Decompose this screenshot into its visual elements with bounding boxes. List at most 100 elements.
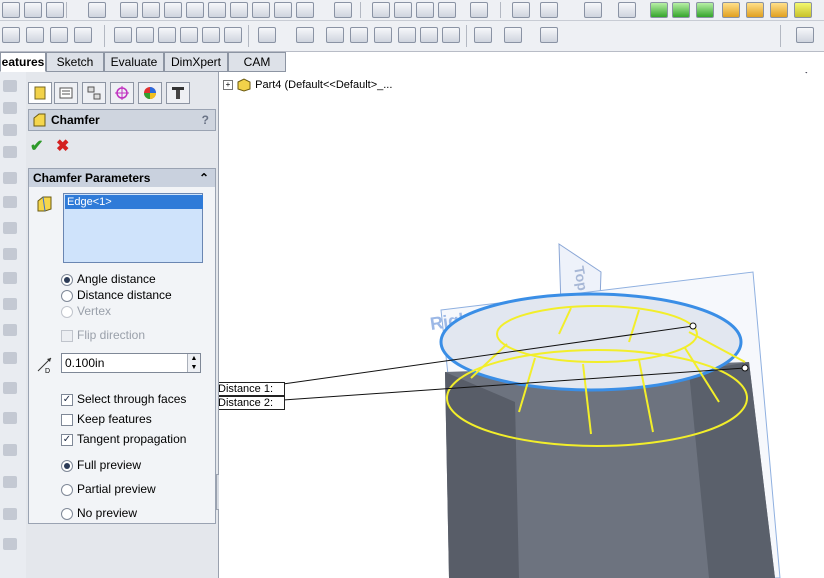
- variable-icon[interactable]: [296, 2, 314, 18]
- print-icon[interactable]: [46, 2, 64, 18]
- graphics-area[interactable]: + Part4 (Default<<Default>_... Top Plane…: [219, 72, 824, 578]
- scene-icon[interactable]: [770, 2, 788, 18]
- distance-1-callout[interactable]: Distance 1:: [219, 382, 285, 396]
- feature-icon[interactable]: [3, 382, 17, 394]
- decal-icon[interactable]: [794, 2, 812, 18]
- dome-icon[interactable]: [350, 27, 368, 43]
- group-header[interactable]: Chamfer Parameters ⌃: [29, 169, 215, 187]
- checkbox[interactable]: ✓: [61, 434, 73, 446]
- instant3d-icon[interactable]: [540, 27, 558, 43]
- verify-icon[interactable]: [416, 2, 434, 18]
- curves-icon[interactable]: [504, 27, 522, 43]
- split-icon[interactable]: [442, 27, 460, 43]
- fillet-icon[interactable]: [202, 27, 220, 43]
- cancel-button[interactable]: ✖: [56, 136, 69, 156]
- color-icon[interactable]: [722, 2, 740, 18]
- feature-icon[interactable]: [3, 508, 17, 520]
- reference-geometry-icon[interactable]: [474, 27, 492, 43]
- tab-sketch[interactable]: Sketch: [46, 52, 104, 72]
- checkbox[interactable]: ✓: [61, 394, 73, 406]
- help-icon[interactable]: ?: [202, 110, 209, 130]
- line-icon[interactable]: [50, 27, 68, 43]
- smart-dimension-icon[interactable]: [26, 27, 44, 43]
- wrap-icon[interactable]: [374, 27, 392, 43]
- feature-icon[interactable]: [3, 412, 17, 424]
- feature-icon[interactable]: [3, 196, 17, 208]
- ok-button[interactable]: ✔: [30, 136, 43, 156]
- revolve-icon[interactable]: [136, 27, 154, 43]
- sketch-tool-icon[interactable]: [2, 27, 20, 43]
- sum-icon[interactable]: [252, 2, 270, 18]
- radio-button[interactable]: [61, 306, 73, 318]
- cam-manager-tab[interactable]: [166, 82, 190, 104]
- radio-button[interactable]: [61, 290, 73, 302]
- feature-icon[interactable]: [3, 80, 17, 92]
- tab-features[interactable]: eatures: [0, 52, 46, 72]
- tab-dimxpert[interactable]: DimXpert: [164, 52, 228, 72]
- tools-icon[interactable]: [470, 2, 488, 18]
- radio-button[interactable]: [61, 508, 73, 520]
- view-orientation-icon[interactable]: [796, 27, 814, 43]
- collapse-icon[interactable]: ⌃: [199, 169, 209, 187]
- sketch-icon[interactable]: [88, 2, 106, 18]
- spinner[interactable]: ▲ ▼: [187, 354, 200, 372]
- selection-box[interactable]: Edge<1>: [63, 193, 203, 263]
- check-icon[interactable]: [230, 2, 248, 18]
- feature-icon[interactable]: [3, 444, 17, 456]
- equation-icon[interactable]: [274, 2, 292, 18]
- shell-icon[interactable]: [258, 27, 276, 43]
- feature-icon[interactable]: [3, 248, 17, 260]
- rebuild-icon[interactable]: [120, 2, 138, 18]
- dimxpert-manager-tab[interactable]: [110, 82, 134, 104]
- arrow-icon[interactable]: [618, 2, 636, 18]
- screenshot-icon[interactable]: [2, 2, 20, 18]
- options-icon[interactable]: [142, 2, 160, 18]
- display-manager-tab[interactable]: [138, 82, 162, 104]
- selection-item[interactable]: Edge<1>: [65, 195, 203, 209]
- save-icon[interactable]: [24, 2, 42, 18]
- filter-icon[interactable]: [512, 2, 530, 18]
- measure-icon[interactable]: [164, 2, 182, 18]
- feature-manager-tab[interactable]: [28, 82, 52, 104]
- top-face[interactable]: [439, 292, 743, 392]
- property-manager-tab[interactable]: [54, 82, 78, 104]
- handle-point-2[interactable]: [741, 364, 749, 372]
- feature-icon[interactable]: [3, 272, 17, 284]
- intersect-icon[interactable]: [398, 27, 416, 43]
- radio-button[interactable]: [61, 484, 73, 496]
- layer-icon[interactable]: [438, 2, 456, 18]
- model-canvas[interactable]: Top Plane Right Plane: [219, 72, 824, 578]
- feature-icon[interactable]: [3, 146, 17, 158]
- radio-button[interactable]: [61, 460, 73, 472]
- photo-icon[interactable]: [372, 2, 390, 18]
- radio-button[interactable]: [61, 274, 73, 286]
- feature-icon[interactable]: [3, 172, 17, 184]
- checkbox[interactable]: [61, 330, 73, 342]
- feature-icon[interactable]: [3, 102, 17, 114]
- feature-icon[interactable]: [3, 476, 17, 488]
- feature-icon[interactable]: [3, 124, 17, 136]
- sweep-icon[interactable]: [158, 27, 176, 43]
- combine-icon[interactable]: [420, 27, 438, 43]
- handle-point-1[interactable]: [689, 322, 697, 330]
- select-icon[interactable]: [540, 2, 558, 18]
- cursor-icon[interactable]: [584, 2, 602, 18]
- configuration-manager-tab[interactable]: [82, 82, 106, 104]
- tab-evaluate[interactable]: Evaluate: [104, 52, 164, 72]
- feature-icon[interactable]: [3, 298, 17, 310]
- rib-icon[interactable]: [296, 27, 314, 43]
- checkbox[interactable]: [61, 414, 73, 426]
- distance-input[interactable]: 0.100in ▲ ▼: [61, 353, 201, 373]
- delete-icon[interactable]: [334, 2, 352, 18]
- loft-icon[interactable]: [180, 27, 198, 43]
- draft-icon[interactable]: [326, 27, 344, 43]
- distance-2-callout[interactable]: Distance 2:: [219, 396, 285, 410]
- feature-icon[interactable]: [3, 352, 17, 364]
- green-part-icon[interactable]: [650, 2, 668, 18]
- appearance-icon[interactable]: [746, 2, 764, 18]
- feature-icon[interactable]: [3, 538, 17, 550]
- feature-icon[interactable]: [3, 324, 17, 336]
- feature-icon[interactable]: [3, 222, 17, 234]
- assembly-icon[interactable]: [696, 2, 714, 18]
- tab-cam[interactable]: CAM: [228, 52, 286, 72]
